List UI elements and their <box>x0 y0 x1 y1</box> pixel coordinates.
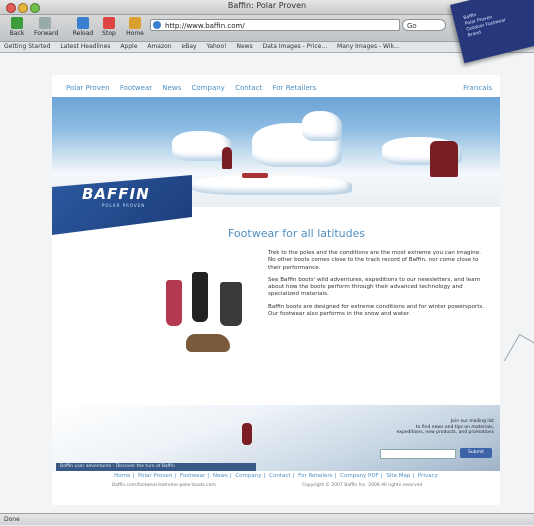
footer-link[interactable]: Company <box>235 473 261 479</box>
nav-item[interactable]: For Retailers <box>273 84 317 92</box>
url-field[interactable]: http://www.baffin.com/ <box>150 19 400 31</box>
signup-text: expeditions, new products, and promotion… <box>396 430 494 435</box>
footer-link[interactable]: News <box>213 473 228 479</box>
language-link[interactable]: Francais <box>463 84 492 92</box>
back-button[interactable]: Back <box>6 17 28 37</box>
explorer-figure <box>222 147 232 169</box>
boots-image <box>162 270 272 370</box>
submit-button[interactable]: Submit <box>460 448 492 458</box>
explorer-figure <box>430 141 458 177</box>
footer-link[interactable]: Contact <box>269 473 290 479</box>
page-headline: Footwear for all latitudes <box>228 227 366 240</box>
bookmarks-bar: Getting Started Latest Headlines Apple A… <box>0 42 534 53</box>
copyright-left: Baffin.com/footwear/extreme-polar-boots.… <box>112 483 216 488</box>
home-button[interactable]: Home <box>124 17 146 37</box>
home-label: Home <box>126 30 144 37</box>
web-page: Polar Proven Footwear News Company Conta… <box>52 75 500 505</box>
bookmark-item[interactable]: Getting Started <box>4 43 50 50</box>
nav-item[interactable]: Company <box>192 84 225 92</box>
stop-label: Stop <box>102 30 116 37</box>
boot-black <box>192 272 208 322</box>
bookmark-item[interactable]: Apple <box>120 43 137 50</box>
home-icon <box>129 17 141 29</box>
status-bar: Done <box>0 513 534 525</box>
footer-link[interactable]: Site Map <box>386 473 410 479</box>
boot-brown <box>186 334 230 352</box>
browser-window: Baffin: Polar Proven Back Forward Reload… <box>0 0 534 525</box>
footer-link[interactable]: For Retailers <box>298 473 332 479</box>
baffin-logo[interactable]: BAFFIN <box>82 185 150 203</box>
footer-link[interactable]: Polar Proven <box>138 473 172 479</box>
paragraph: See Baffin boots' wild adventures, exped… <box>268 276 481 298</box>
footer-link[interactable]: Privacy <box>418 473 438 479</box>
bookmark-item[interactable]: Many Images - Wik... <box>337 43 400 50</box>
boot-pink <box>166 280 182 326</box>
search-field[interactable]: Go <box>402 19 446 31</box>
bookmark-item[interactable]: Yahoo! <box>206 43 226 50</box>
globe-icon <box>153 21 161 29</box>
ice-block <box>302 111 342 141</box>
forward-button[interactable]: Forward <box>34 17 59 37</box>
paragraph: Trek to the poles and the conditions are… <box>268 250 481 271</box>
footer-link[interactable]: Footwear <box>180 473 205 479</box>
ice-block <box>192 175 352 195</box>
paragraph: Baffin boots are designed for extreme co… <box>268 303 485 318</box>
footer-link[interactable]: Home <box>114 473 130 479</box>
back-arrow-icon <box>11 17 23 29</box>
page-viewport: Polar Proven Footwear News Company Conta… <box>0 53 534 513</box>
footer-link[interactable]: Company PDF <box>340 473 379 479</box>
forward-label: Forward <box>34 30 59 37</box>
copyright-right: Copyright © 2007 Baffin Inc. 2008 All ri… <box>302 483 423 488</box>
bookmark-item[interactable]: News <box>236 43 252 50</box>
footer-image: Join our mailing list to find news and t… <box>52 405 500 471</box>
bookmark-item[interactable]: eBay <box>182 43 197 50</box>
footer-nav: Home | Polar Proven | Footwear | News | Comp… <box>114 473 438 479</box>
sled-icon <box>242 173 268 178</box>
boot-black <box>220 282 242 326</box>
bookmark-item[interactable]: Data Images - Price... <box>263 43 328 50</box>
reload-icon <box>77 17 89 29</box>
nav-item[interactable]: Footwear <box>120 84 152 92</box>
reload-label: Reload <box>72 30 94 37</box>
bookmark-item[interactable]: Latest Headlines <box>60 43 110 50</box>
decorative-line <box>503 333 534 374</box>
forward-arrow-icon <box>39 17 51 29</box>
stop-icon <box>103 17 115 29</box>
climber-figure <box>242 423 252 445</box>
image-caption: Baffin user adventures - Discover the tu… <box>56 463 256 471</box>
email-field[interactable] <box>380 449 456 459</box>
url-text: http://www.baffin.com/ <box>165 22 245 30</box>
stop-button[interactable]: Stop <box>98 17 120 37</box>
logo-tagline: POLAR PROVEN <box>102 203 146 208</box>
reload-button[interactable]: Reload <box>72 17 94 37</box>
intro-text: Trek to the poles and the conditions are… <box>268 250 486 323</box>
nav-item[interactable]: Polar Proven <box>66 84 110 92</box>
back-label: Back <box>9 30 25 37</box>
nav-item[interactable]: Contact <box>235 84 262 92</box>
bookmark-item[interactable]: Amazon <box>147 43 171 50</box>
site-nav: Polar Proven Footwear News Company Conta… <box>66 84 324 92</box>
search-label: Go <box>407 22 417 30</box>
nav-item[interactable]: News <box>162 84 181 92</box>
newsletter-signup: Join our mailing list to find news and t… <box>370 419 494 436</box>
